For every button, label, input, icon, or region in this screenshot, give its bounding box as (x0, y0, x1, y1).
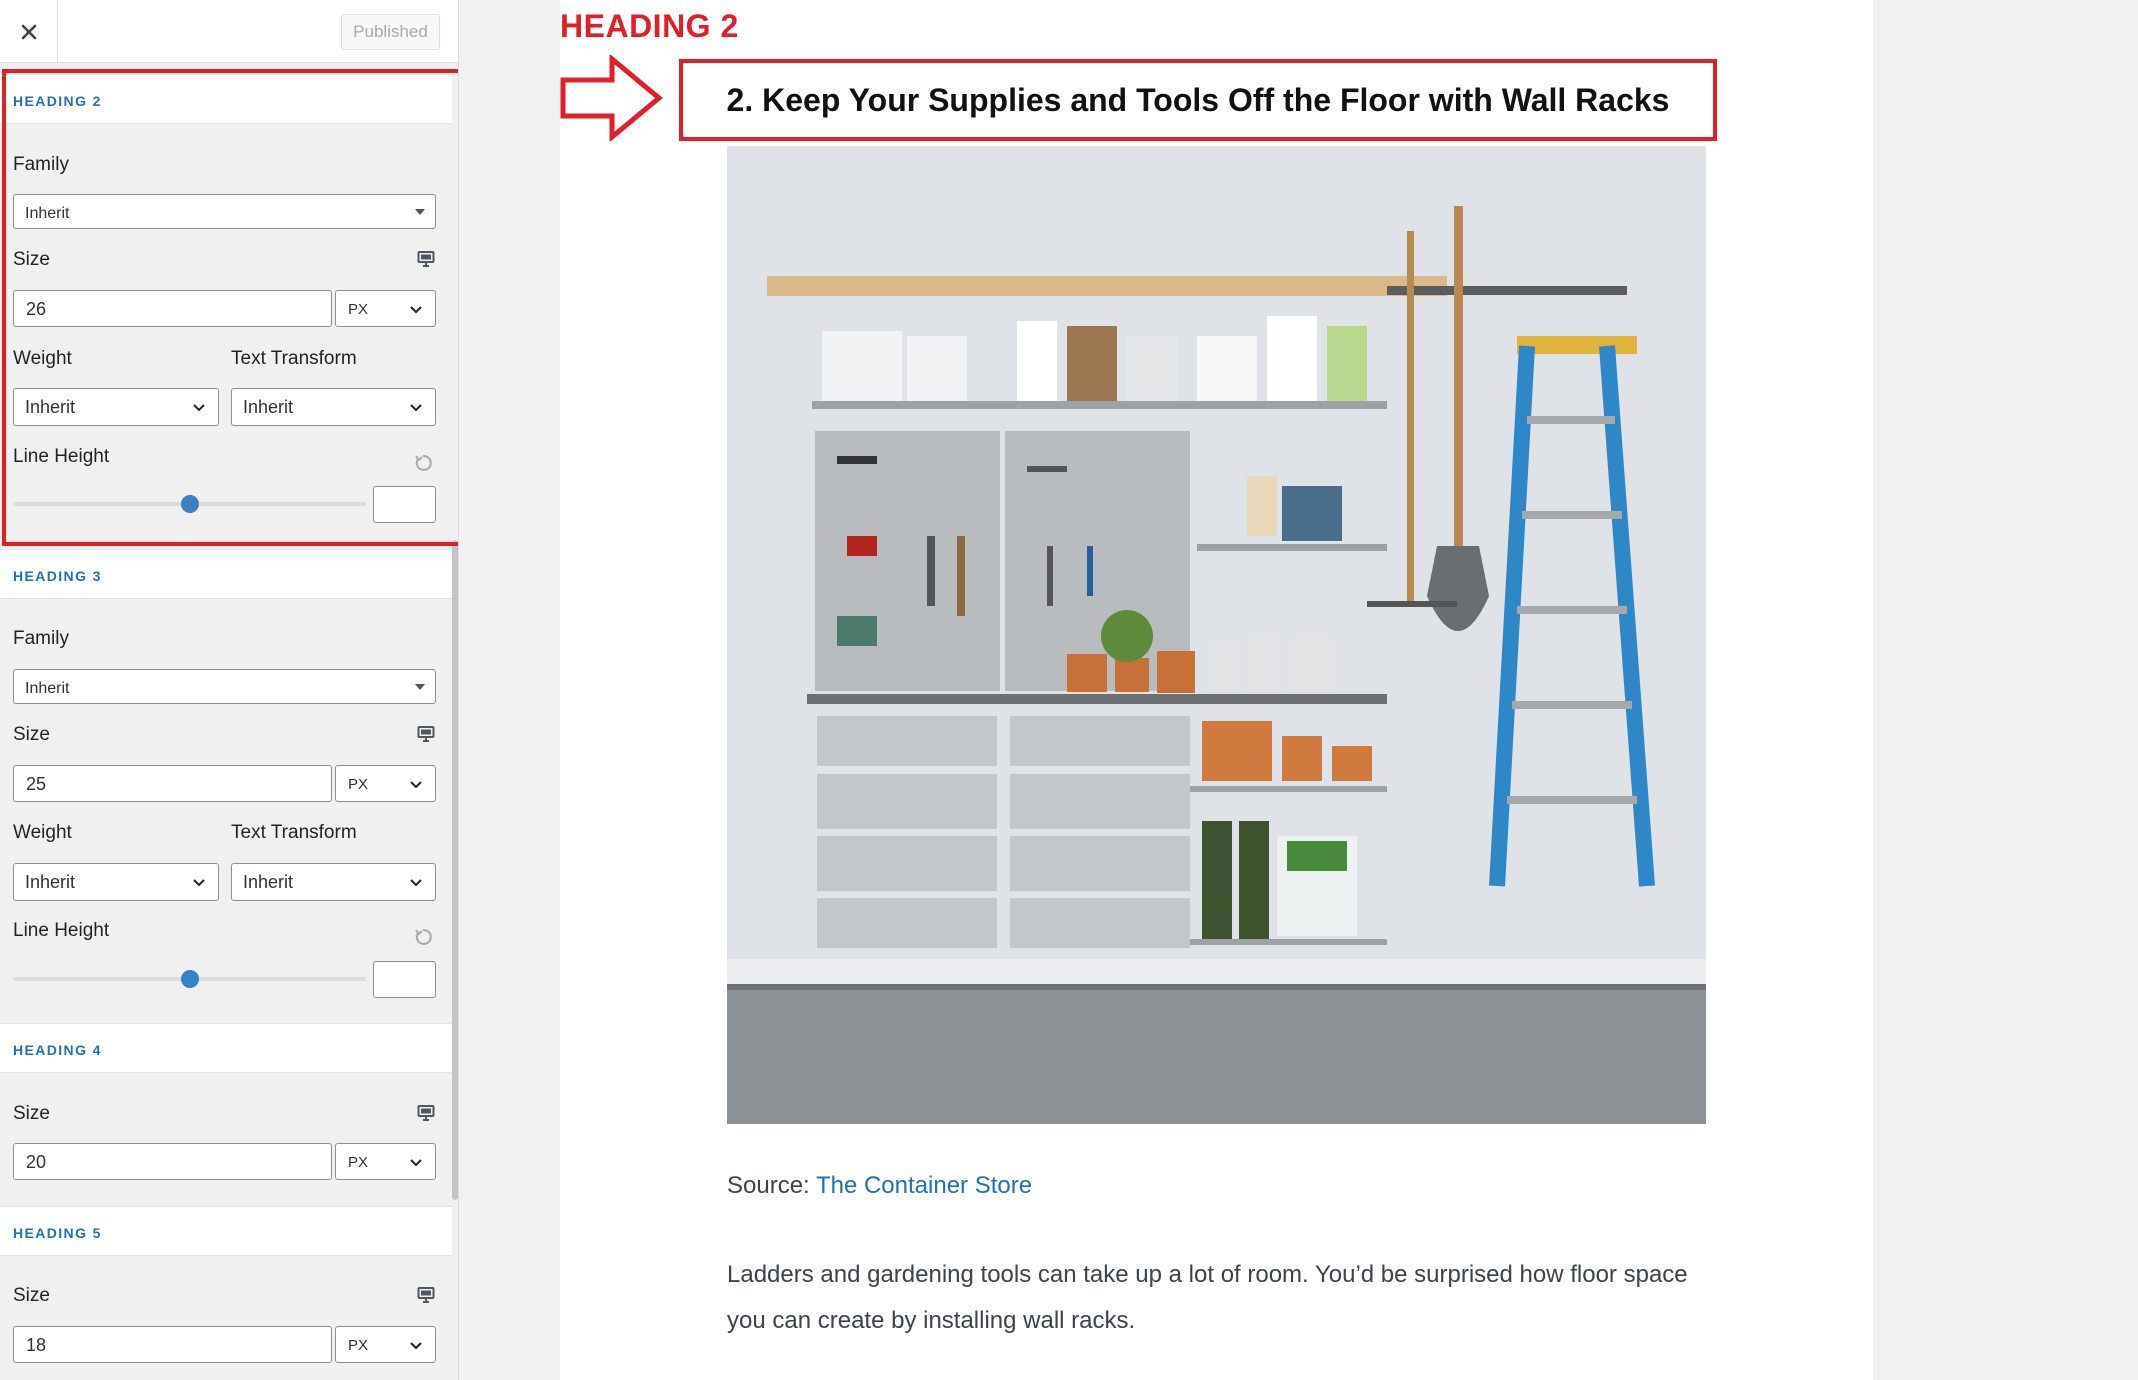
annotation-arrow-icon (560, 55, 663, 141)
unit-value: PX (348, 1154, 369, 1171)
section-title[interactable]: HEADING 3 (0, 549, 452, 599)
panel-header: Published (0, 0, 458, 63)
size-input[interactable]: 20 (13, 1143, 332, 1180)
section-title[interactable]: HEADING 5 (0, 1206, 452, 1256)
size-value: 25 (26, 774, 47, 794)
unit-value: PX (348, 1337, 369, 1354)
family-value: Inherit (25, 680, 70, 697)
article-paragraph: Ladders and gardening tools can take up … (727, 1261, 1688, 1334)
transform-value: Inherit (243, 872, 294, 892)
customizer-panel: Published HEADING 2 Family Inherit Size … (0, 0, 459, 1380)
close-button[interactable] (0, 0, 58, 63)
line-height-input[interactable] (373, 961, 436, 998)
size-label: Size (13, 1103, 50, 1124)
image-source: Source: The Container Store (727, 1172, 1032, 1200)
reset-icon[interactable] (413, 927, 433, 947)
desktop-icon[interactable] (417, 725, 435, 743)
size-input[interactable]: 18 (13, 1326, 332, 1363)
section-title-text: HEADING 3 (13, 568, 102, 584)
desktop-icon[interactable] (417, 1286, 435, 1304)
section-title-text: HEADING 4 (13, 1042, 102, 1058)
size-input[interactable]: 25 (13, 765, 332, 802)
weight-label: Weight (13, 822, 72, 843)
weight-select[interactable]: Inherit (13, 863, 219, 901)
caret-down-icon (415, 684, 425, 690)
desktop-icon[interactable] (417, 1104, 435, 1122)
size-label: Size (13, 724, 50, 745)
heading-2-preview-box: 2. Keep Your Supplies and Tools Off the … (679, 59, 1717, 141)
source-prefix: Source: (727, 1172, 816, 1199)
chevron-down-icon (410, 781, 422, 789)
family-label: Family (13, 628, 69, 649)
slider-handle[interactable] (181, 970, 199, 988)
unit-value: PX (348, 776, 369, 793)
size-label: Size (13, 1285, 50, 1306)
annotation-label: HEADING 2 (560, 8, 739, 44)
unit-select[interactable]: PX (335, 765, 436, 802)
size-value: 20 (26, 1152, 47, 1172)
chevron-down-icon (410, 1342, 422, 1350)
panel-scrollbar[interactable] (452, 540, 458, 1200)
line-height-label: Line Height (13, 920, 110, 941)
family-select[interactable]: Inherit (13, 669, 436, 704)
unit-select[interactable]: PX (335, 1143, 436, 1180)
section-title[interactable]: HEADING 4 (0, 1023, 452, 1073)
chevron-down-icon (410, 1159, 422, 1167)
text-transform-select[interactable]: Inherit (231, 863, 436, 901)
article-heading: 2. Keep Your Supplies and Tools Off the … (726, 81, 1670, 118)
section-title-text: HEADING 5 (13, 1225, 102, 1241)
close-icon (21, 24, 36, 39)
garage-storage-image (727, 146, 1706, 1124)
text-transform-label: Text Transform (231, 822, 357, 843)
source-link[interactable]: The Container Store (816, 1172, 1032, 1199)
chevron-down-icon (410, 879, 422, 887)
publish-button[interactable]: Published (341, 14, 440, 50)
size-value: 18 (26, 1335, 47, 1355)
unit-select[interactable]: PX (335, 1326, 436, 1363)
chevron-down-icon (193, 879, 205, 887)
annotation-highlight-box (2, 69, 458, 546)
weight-value: Inherit (25, 872, 76, 892)
